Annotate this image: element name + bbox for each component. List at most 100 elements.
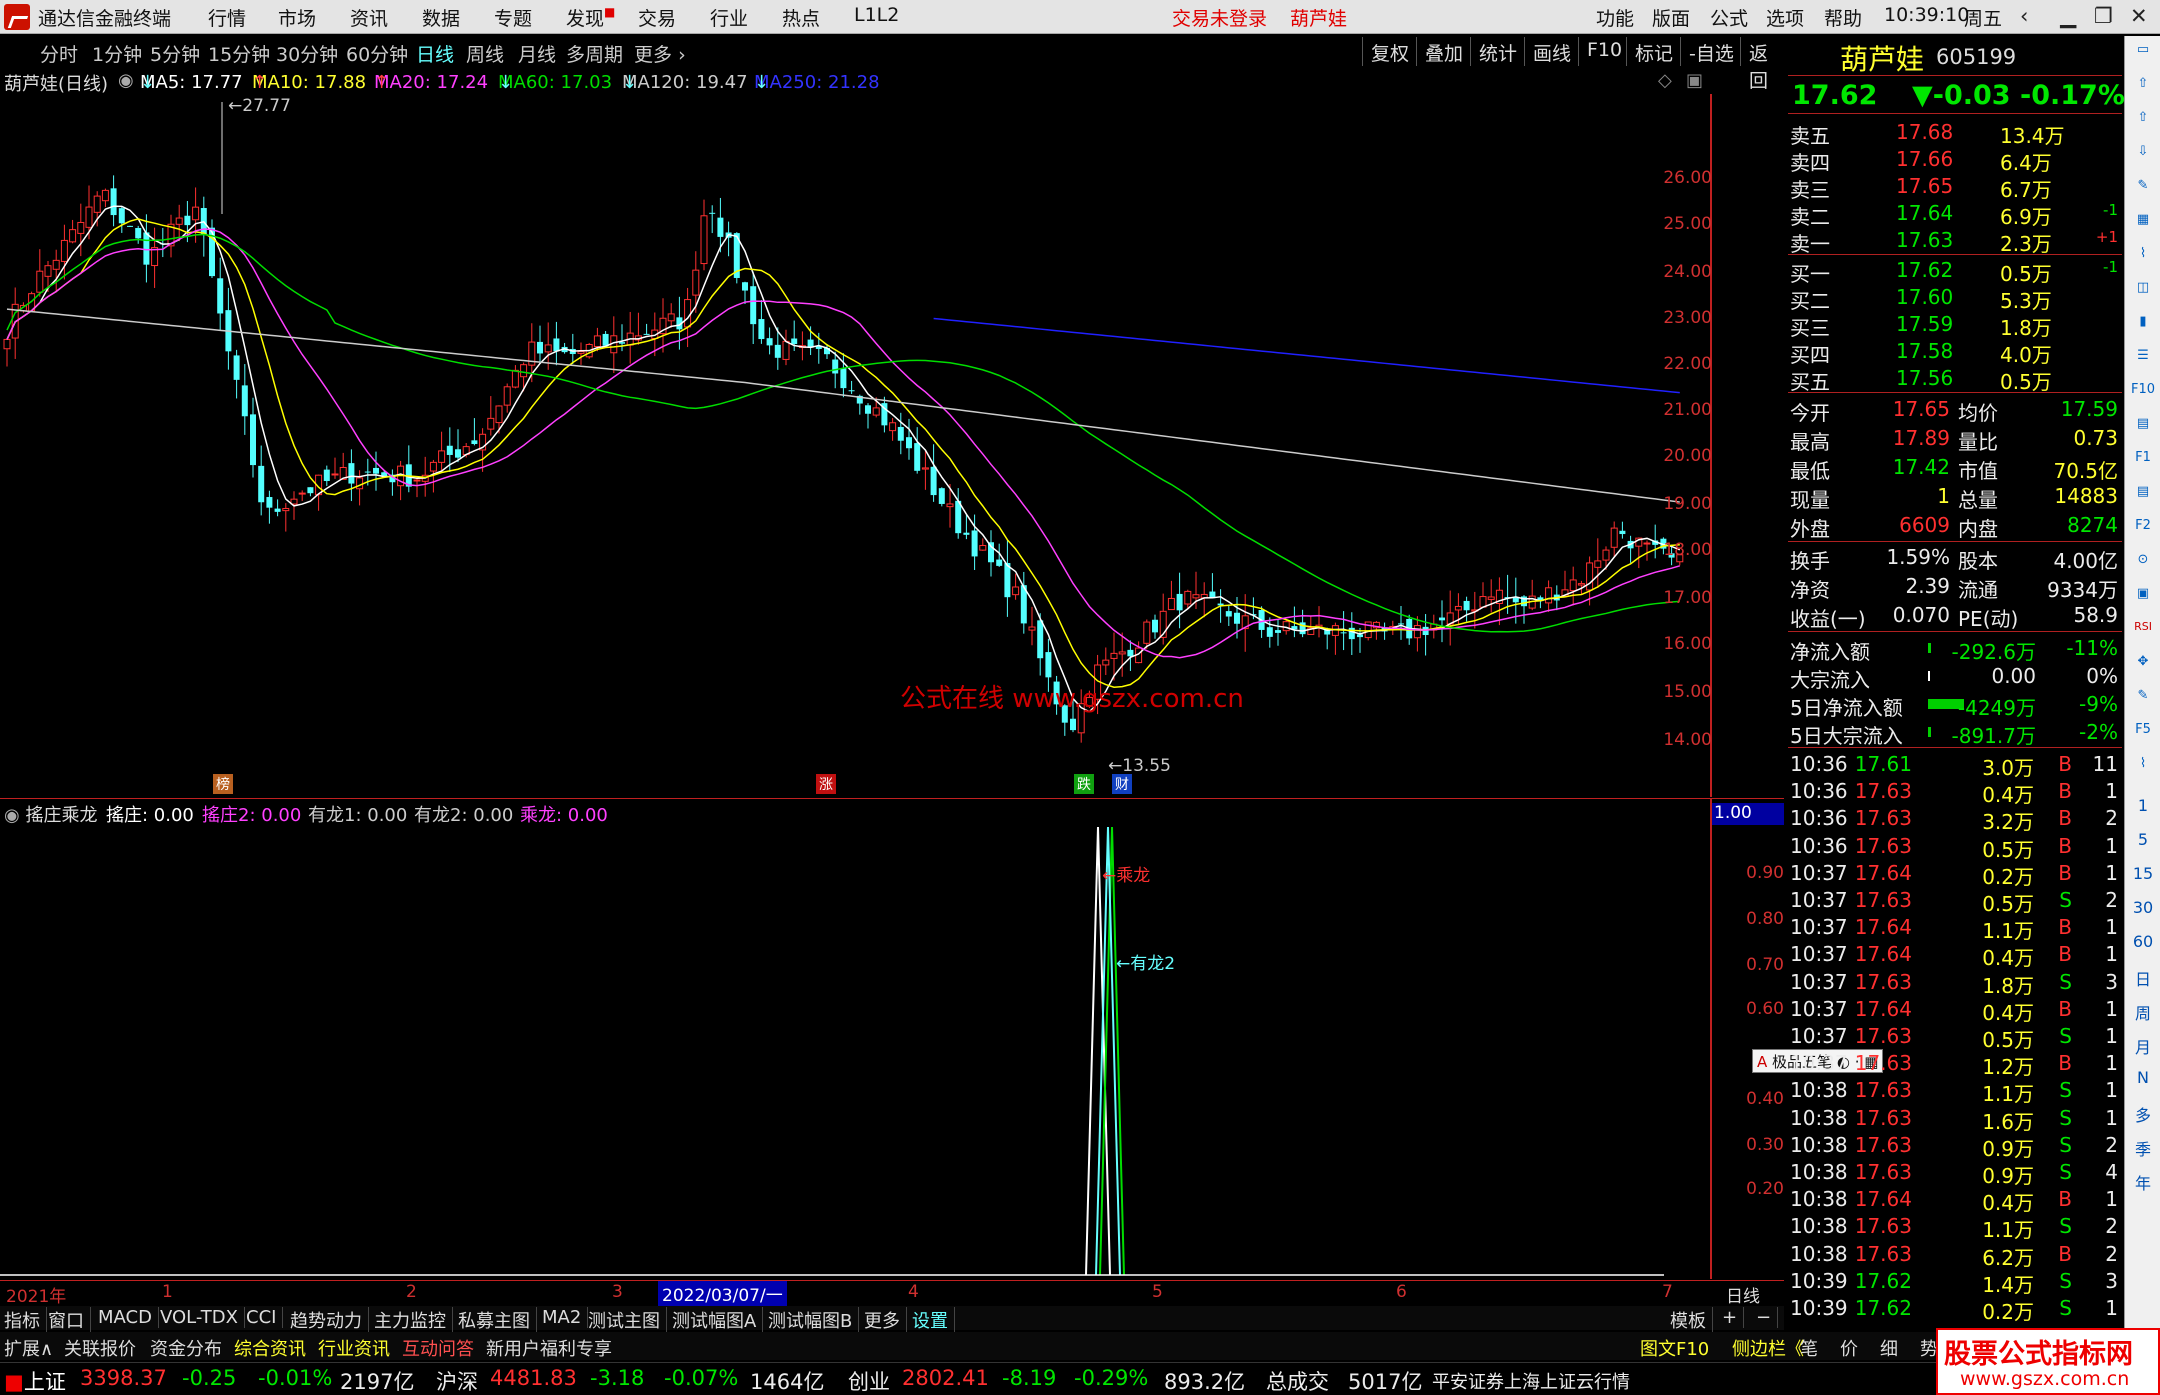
tool-fuquan[interactable]: 复权 <box>1362 37 1417 66</box>
tool-biaoji[interactable]: 标记 <box>1626 37 1681 66</box>
period-1min[interactable]: 1分钟 <box>92 40 142 67</box>
tick-row[interactable]: 10:39 17.62 1.4万 S 3 <box>1788 1267 2122 1297</box>
period-60min[interactable]: 60分钟 <box>346 40 408 67</box>
restore-icon[interactable]: ❐ <box>2094 4 2113 28</box>
tab-zijin[interactable]: 资金分布 <box>150 1335 222 1361</box>
bid-row[interactable]: 买四 17.58 4.0万 <box>1788 337 2122 367</box>
tick-row[interactable]: 10:37 17.64 0.2万 B 1 <box>1788 859 2122 889</box>
period-30min[interactable]: 30分钟 <box>276 40 338 67</box>
ask-row[interactable]: 卖四 17.66 6.4万 <box>1788 145 2122 175</box>
tick-row[interactable]: 10:37 17.64 0.4万 B 1 <box>1788 940 2122 970</box>
tick-row[interactable]: 10:38 17.63 6.2万 B 2 <box>1788 1240 2122 1270</box>
menu-redian[interactable]: 热点 <box>782 4 820 31</box>
menu-zhuanti[interactable]: 专题 <box>494 4 532 31</box>
side-period-1[interactable]: 5 <box>2131 830 2155 852</box>
side-period-8[interactable]: N <box>2131 1068 2155 1090</box>
side-period-2[interactable]: 15 <box>2131 864 2155 886</box>
menu-gongneng[interactable]: 功能 <box>1596 4 1634 31</box>
up-arrow-icon[interactable]: ⇧ <box>2131 110 2155 132</box>
ask-row[interactable]: 卖一 17.63 2.3万 +1 <box>1788 226 2122 256</box>
index-hs-name[interactable]: 沪深 <box>436 1366 478 1395</box>
tab-vol[interactable]: VOL-TDX <box>160 1307 245 1328</box>
page-icon[interactable]: ▤ <box>2131 416 2155 438</box>
login-status[interactable]: 交易未登录 <box>1172 4 1267 31</box>
note-icon[interactable]: ✎ <box>2131 178 2155 200</box>
page2-icon[interactable]: ▤ <box>2131 484 2155 506</box>
tab-hudong[interactable]: 互动问答 <box>402 1335 474 1361</box>
tab-plus[interactable]: + <box>1722 1307 1745 1328</box>
tool-zixuan[interactable]: -自选 <box>1680 37 1742 66</box>
bid-row[interactable]: 买三 17.59 1.8万 <box>1788 310 2122 340</box>
menu-hangqing[interactable]: 行情 <box>208 4 246 31</box>
bid-row[interactable]: 买一 17.62 0.5万 -1 <box>1788 256 2122 286</box>
marker-zhang[interactable]: 涨 <box>816 774 836 794</box>
period-15min[interactable]: 15分钟 <box>208 40 270 67</box>
chart2-icon[interactable]: ⌇ <box>2131 756 2155 778</box>
tab-macd[interactable]: MACD <box>98 1307 159 1328</box>
tab-zonghe[interactable]: 综合资讯 <box>234 1335 306 1361</box>
side-period-7[interactable]: 月 <box>2131 1034 2155 1057</box>
menu-jiaoyi[interactable]: 交易 <box>638 4 676 31</box>
side-period-4[interactable]: 60 <box>2131 932 2155 954</box>
f5-icon[interactable]: F5 <box>2131 722 2155 744</box>
tab-minus[interactable]: − <box>1756 1307 1779 1328</box>
ask-row[interactable]: 卖三 17.65 6.7万 <box>1788 172 2122 202</box>
collapse-circle-icon[interactable]: ◉ <box>118 70 134 91</box>
tab-ceshi-zhutu[interactable]: 测试主图 <box>588 1307 667 1333</box>
side-period-0[interactable]: 1 <box>2131 796 2155 818</box>
indicator-chart[interactable] <box>0 799 1712 1279</box>
tab-chuangkou[interactable]: 窗口 <box>48 1307 91 1333</box>
tick-row[interactable]: 10:38 17.64 0.4万 B 1 <box>1788 1185 2122 1215</box>
tick-row[interactable]: 10:38 17.63 1.1万 S 1 <box>1788 1076 2122 1106</box>
side-period-11[interactable]: 年 <box>2131 1170 2155 1193</box>
tab-tuwen-f10[interactable]: 图文F10 <box>1640 1335 1709 1361</box>
menu-xuanxiang[interactable]: 选项 <box>1766 4 1804 31</box>
side-period-3[interactable]: 30 <box>2131 898 2155 920</box>
marker-die[interactable]: 跌 <box>1074 774 1094 794</box>
tab-kuozhan[interactable]: 扩展∧ <box>4 1335 53 1361</box>
tab-zhuli[interactable]: 主力监控 <box>374 1307 453 1333</box>
side-period-9[interactable]: 多 <box>2131 1102 2155 1125</box>
tab-gengduo[interactable]: 更多 <box>864 1307 907 1333</box>
tick-row[interactable]: 10:36 17.63 0.4万 B 1 <box>1788 777 2122 807</box>
tick-row[interactable]: 10:37 17.64 0.4万 B 1 <box>1788 995 2122 1025</box>
marker-cai[interactable]: 财 <box>1112 774 1132 794</box>
diamond-icon[interactable]: ◇ <box>1658 70 1672 91</box>
tick-row[interactable]: 10:38 17.63 0.9万 S 2 <box>1788 1131 2122 1161</box>
chart-icon[interactable]: ⌇ <box>2131 246 2155 268</box>
date-mode[interactable]: 日线 <box>1726 1282 1760 1307</box>
f10b-icon[interactable]: F1 <box>2131 450 2155 472</box>
menu-faxian[interactable]: 发现■ <box>566 4 615 31</box>
tab-hangye-zixun[interactable]: 行业资讯 <box>318 1335 390 1361</box>
period-monthly[interactable]: 月线 <box>518 40 556 67</box>
tab-ceshi-b[interactable]: 测试幅图B <box>768 1307 860 1333</box>
panel-toggle-icon[interactable]: ▣ <box>1686 70 1703 91</box>
table-icon[interactable]: ▦ <box>2131 212 2155 234</box>
candlestick-chart[interactable] <box>0 94 1712 797</box>
close-icon[interactable]: ✕ <box>2130 4 2148 28</box>
arrow-left-icon[interactable]: ‹ <box>2020 4 2028 28</box>
tick-row[interactable]: 10:38 17.63 0.9万 S 4 <box>1788 1158 2122 1188</box>
minute-icon[interactable]: ◫ <box>2131 280 2155 302</box>
minimize-icon[interactable]: ▁ <box>2060 4 2076 28</box>
tick-row[interactable]: 10:36 17.63 0.5万 B 1 <box>1788 832 2122 862</box>
tick-row[interactable]: 10:37 17.63 1.8万 S 3 <box>1788 968 2122 998</box>
target-icon[interactable]: ✥ <box>2131 654 2155 676</box>
period-weekly[interactable]: 周线 <box>466 40 504 67</box>
pen-icon[interactable]: ✎ <box>2131 688 2155 710</box>
menu-l1l2[interactable]: L1L2 <box>854 4 899 26</box>
tick-row[interactable]: 10:36 17.63 3.2万 B 2 <box>1788 804 2122 834</box>
tool-tongji[interactable]: 统计 <box>1470 37 1525 66</box>
tab-ma2[interactable]: MA2 <box>542 1307 589 1328</box>
period-multi[interactable]: 多周期 <box>566 40 623 67</box>
tick-row[interactable]: 10:38 17.63 1.1万 S 2 <box>1788 1212 2122 1242</box>
tool-fanhui[interactable]: 返回 <box>1740 37 1784 92</box>
menu-gongshi[interactable]: 公式 <box>1710 4 1748 31</box>
tick-row[interactable]: 10:37 17.64 1.1万 B 1 <box>1788 913 2122 943</box>
index-sh-name[interactable]: ■上证 <box>4 1366 66 1395</box>
menu-bangzhu[interactable]: 帮助 <box>1824 4 1862 31</box>
down-icon[interactable]: ⇩ <box>2131 144 2155 166</box>
bid-row[interactable]: 买二 17.60 5.3万 <box>1788 283 2122 313</box>
side-period-10[interactable]: 季 <box>2131 1136 2155 1159</box>
tick-row[interactable]: 10:38 17.63 1.6万 S 1 <box>1788 1104 2122 1134</box>
